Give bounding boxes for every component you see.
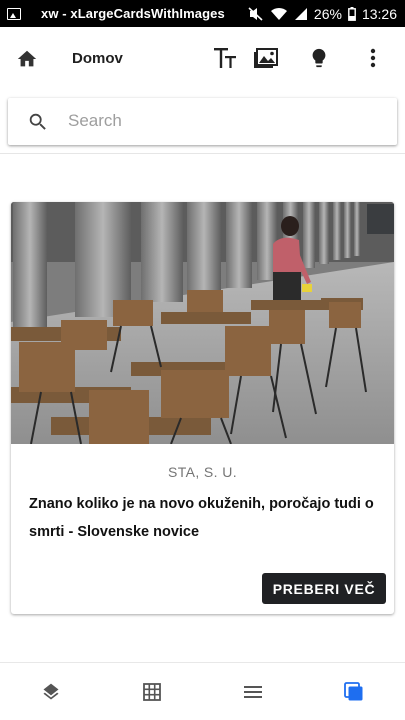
- search-bar: [8, 98, 397, 145]
- image-notification-icon: [7, 7, 21, 20]
- news-card[interactable]: STA, S. U. Znano koliko je na novo okuže…: [11, 202, 394, 614]
- card-image[interactable]: [11, 202, 394, 444]
- read-more-button[interactable]: PREBERI VEČ: [262, 573, 386, 604]
- mute-icon: [248, 6, 263, 21]
- list-icon[interactable]: [242, 681, 264, 703]
- lightbulb-icon[interactable]: [305, 44, 333, 72]
- image-icon[interactable]: [252, 44, 280, 72]
- layers-icon[interactable]: [40, 681, 62, 703]
- card-source: STA, S. U.: [167, 464, 238, 480]
- battery-percent: 26%: [313, 5, 342, 22]
- text-size-icon[interactable]: [212, 44, 240, 72]
- home-icon[interactable]: [16, 48, 38, 70]
- page-title: Domov: [72, 50, 123, 67]
- search-icon[interactable]: [27, 111, 49, 133]
- card-headline[interactable]: Znano koliko je na novo okuženih, poroča…: [29, 490, 379, 546]
- bottom-navigation: [0, 662, 405, 720]
- battery-icon: [348, 6, 356, 21]
- status-bar-title: xw - xLargeCardsWithImages: [41, 6, 225, 21]
- status-icons: 26% 13:26: [248, 6, 397, 22]
- clock: 13:26: [361, 5, 397, 22]
- search-input[interactable]: [68, 106, 388, 136]
- more-vert-icon[interactable]: [359, 44, 387, 72]
- grid-icon[interactable]: [141, 681, 163, 703]
- wifi-icon: [270, 7, 287, 20]
- status-bar: xw - xLargeCardsWithImages 26% 13:26: [0, 0, 405, 27]
- app-bar: Domov: [0, 27, 405, 89]
- divider: [0, 153, 405, 154]
- signal-icon: [294, 7, 307, 20]
- cards-icon[interactable]: [343, 681, 365, 703]
